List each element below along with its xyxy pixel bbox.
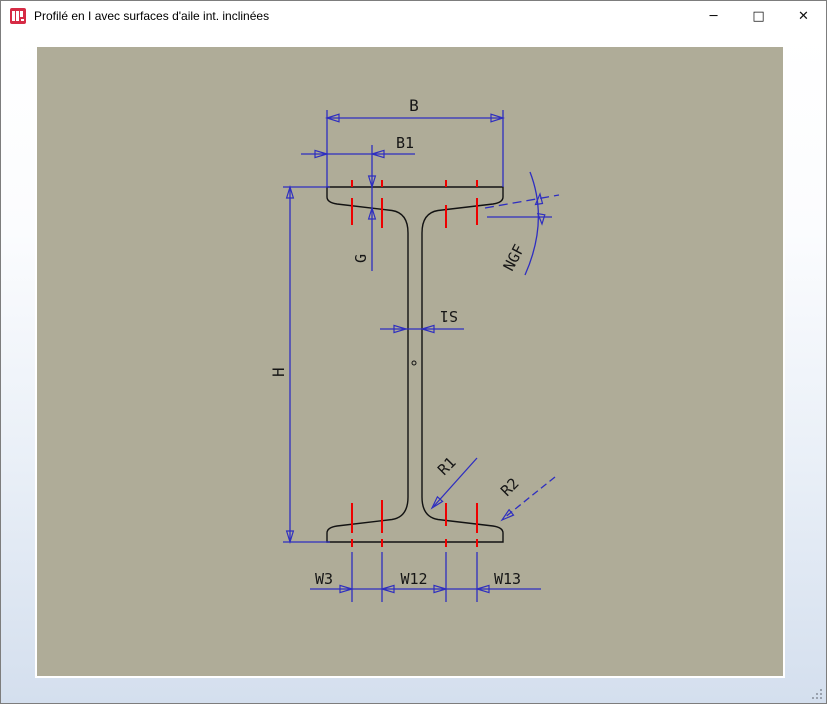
minimize-button[interactable]: ─ [691, 1, 736, 31]
dim-label-B1: B1 [396, 134, 414, 152]
dialog-window: Profilé en I avec surfaces d'aile int. i… [0, 0, 827, 704]
dimension-B1: B1 [301, 134, 415, 271]
ibeam-profile-app-icon [10, 8, 26, 24]
minimize-icon: ─ [709, 8, 718, 24]
resize-grip[interactable] [811, 688, 824, 701]
dim-label-B: B [409, 96, 419, 115]
dim-label-NGF: NGF [500, 242, 529, 274]
dim-label-H: H [269, 367, 288, 377]
window-controls: ─ □ ✕ [691, 1, 826, 31]
title-bar[interactable]: Profilé en I avec surfaces d'aile int. i… [1, 1, 826, 31]
dim-label-W12: W12 [400, 570, 427, 588]
dialog-content: B B1 G H S1 NGF R1 R2 W3 W12 W13 [1, 31, 826, 703]
profile-preview-canvas: B B1 G H S1 NGF R1 R2 W3 W12 W13 [35, 45, 785, 678]
close-icon: ✕ [798, 8, 809, 24]
dimension-W: W3 W12 W13 [310, 552, 541, 602]
dimension-B: B [325, 96, 505, 187]
dimension-R1: R1 [430, 453, 478, 510]
window-title: Profilé en I avec surfaces d'aile int. i… [34, 9, 270, 23]
dim-label-R2: R2 [497, 474, 523, 500]
close-button[interactable]: ✕ [781, 1, 826, 31]
dim-label-W13: W13 [494, 570, 521, 588]
center-mark [411, 360, 417, 366]
gauge-lines-bottom [351, 500, 478, 547]
dim-label-S1: S1 [440, 307, 458, 325]
maximize-icon: □ [752, 8, 765, 24]
dim-label-R1: R1 [434, 453, 460, 479]
maximize-button[interactable]: □ [736, 1, 781, 31]
dim-label-W3: W3 [315, 570, 333, 588]
dimension-H: H [269, 184, 330, 545]
dim-label-G: G [352, 254, 370, 263]
dimension-R2: R2 [497, 474, 556, 522]
